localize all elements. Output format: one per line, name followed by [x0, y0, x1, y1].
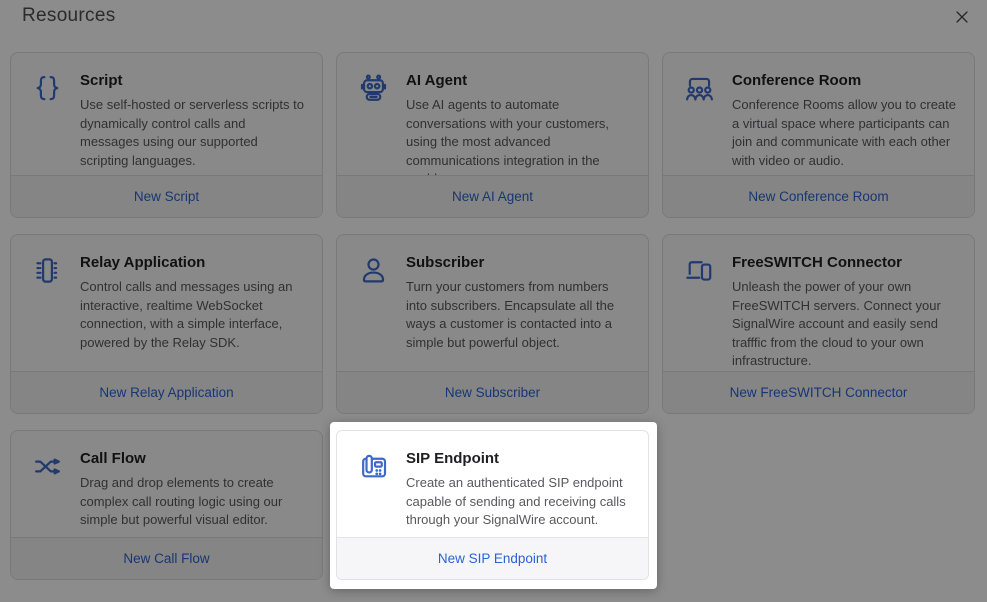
card-body: SIP Endpoint Create an authenticated SIP… [337, 431, 648, 537]
card-description: Create an authenticated SIP endpoint cap… [406, 474, 638, 530]
new-sip-endpoint-button[interactable]: New SIP Endpoint [438, 551, 547, 566]
sip-endpoint-icon [358, 448, 390, 537]
card-title: SIP Endpoint [406, 450, 638, 467]
spotlight: SIP Endpoint Create an authenticated SIP… [330, 422, 657, 589]
card-footer: New SIP Endpoint [337, 537, 648, 579]
resource-card-sip-endpoint: SIP Endpoint Create an authenticated SIP… [336, 430, 649, 580]
